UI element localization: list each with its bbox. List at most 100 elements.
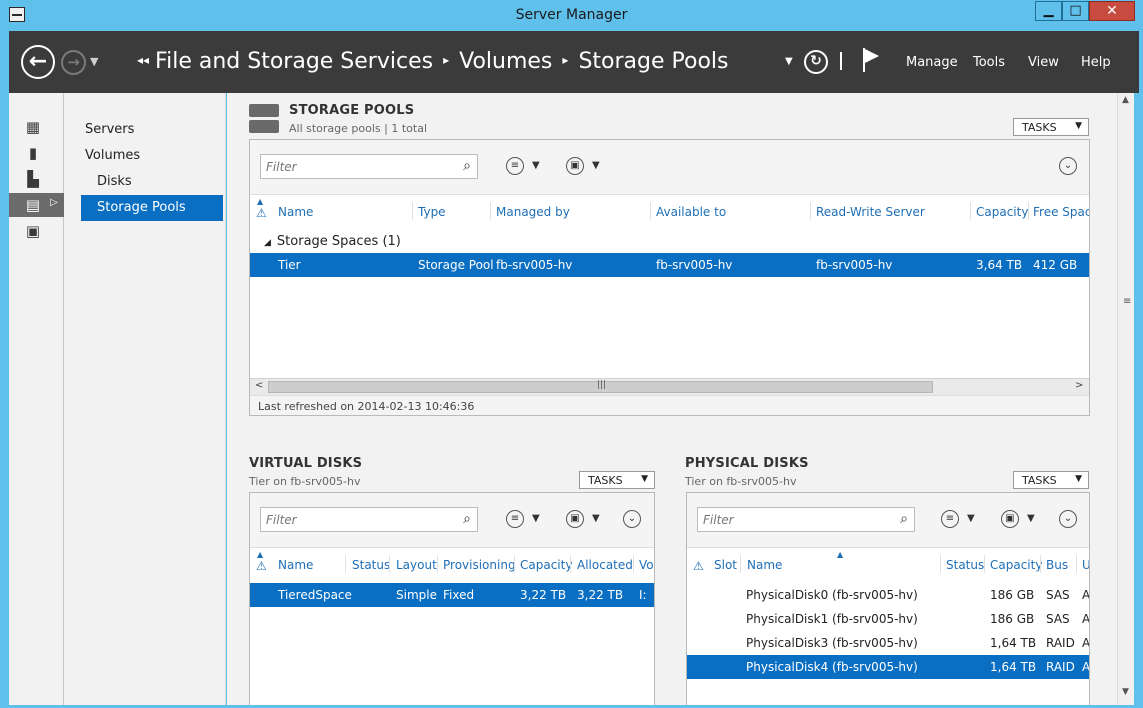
column-header-provisioning[interactable]: Provisioning [443, 558, 516, 572]
chevron-down-icon[interactable]: ▼ [1027, 513, 1035, 524]
warning-icon[interactable]: ⚠ [256, 206, 267, 220]
column-header-layout[interactable]: Layout [396, 558, 437, 572]
column-header-capacity[interactable]: Capacity [990, 558, 1042, 572]
back-arrow-icon[interactable]: ← [21, 45, 55, 79]
storage-pools-tasks-button[interactable]: TASKS ▼ [1013, 118, 1089, 136]
table-row[interactable]: PhysicalDisk4 (fb-srv005-hv) 1,64 TB RAI… [687, 655, 1089, 679]
content-area: STORAGE POOLS All storage pools | 1 tota… [227, 93, 1117, 705]
history-dropdown-icon[interactable]: ▼ [90, 55, 98, 68]
column-header-name[interactable]: Name [278, 205, 313, 219]
rail-iis[interactable]: ▣ [9, 219, 64, 243]
column-header-capacity[interactable]: Capacity [520, 558, 572, 572]
menu-tools[interactable]: Tools [973, 55, 1005, 70]
breadcrumb-item-storage-pools[interactable]: Storage Pools [578, 49, 728, 74]
column-header-bus[interactable]: Bus [1046, 558, 1068, 572]
list-view-icon[interactable]: ≡ [506, 510, 524, 528]
breadcrumb-back-icon[interactable]: ◂◂ [137, 53, 149, 67]
expand-chevron-icon[interactable]: ⌄ [1059, 510, 1077, 528]
expand-chevron-icon[interactable]: ⌄ [1059, 157, 1077, 175]
breadcrumb-item-file-and-storage[interactable]: File and Storage Services [155, 49, 433, 74]
save-icon[interactable]: ▣ [566, 510, 584, 528]
chevron-down-icon[interactable]: ▼ [532, 513, 540, 524]
horizontal-scrollbar[interactable]: < ||| > [250, 378, 1089, 395]
notification-flag-icon[interactable] [863, 48, 881, 72]
minimize-button[interactable]: ▁ [1035, 1, 1062, 21]
save-icon[interactable]: ▣ [566, 157, 584, 175]
chevron-down-icon[interactable]: ▼ [592, 513, 600, 524]
forward-arrow-icon[interactable]: → [61, 50, 86, 75]
virtual-disks-title: VIRTUAL DISKS [249, 456, 363, 471]
group-storage-spaces[interactable]: ◢ Storage Spaces (1) [264, 234, 401, 249]
rail-local-server[interactable]: ▮ [9, 141, 64, 165]
physical-disks-tasks-button[interactable]: TASKS ▼ [1013, 471, 1089, 489]
scroll-thumb[interactable]: ||| [268, 380, 933, 393]
physical-disks-filter-input[interactable]: Filter ⌕ [697, 507, 915, 532]
rail-all-servers[interactable]: ▙ [9, 167, 64, 191]
menu-view[interactable]: View [1028, 55, 1059, 70]
scroll-up-icon[interactable]: ▲ [1122, 95, 1129, 105]
column-header-name[interactable]: Name [278, 558, 313, 572]
storage-pools-filter-input[interactable]: Filter ⌕ [260, 154, 478, 179]
table-row[interactable]: Tier Storage Pool fb-srv005-hv fb-srv005… [250, 253, 1089, 277]
column-header-free-space[interactable]: Free Space [1033, 205, 1089, 219]
breadcrumb-dropdown-icon[interactable]: ▼ [785, 56, 793, 67]
scroll-right-icon[interactable]: > [1075, 380, 1083, 391]
column-header-volume[interactable]: Vo [639, 558, 654, 572]
refresh-icon[interactable]: ↻ [804, 50, 828, 74]
virtual-disks-subtitle: Tier on fb-srv005-hv [249, 475, 361, 488]
scroll-thumb[interactable]: ≡ [1123, 296, 1131, 307]
menu-manage[interactable]: Manage [906, 55, 958, 70]
collapse-triangle-icon[interactable]: ◢ [264, 238, 271, 248]
list-view-icon[interactable]: ≡ [941, 510, 959, 528]
vertical-scrollbar[interactable]: ▲ ≡ ▼ [1117, 93, 1134, 705]
column-header-allocated[interactable]: Allocated [577, 558, 633, 572]
breadcrumb-item-volumes[interactable]: Volumes [459, 49, 552, 74]
column-header-type[interactable]: Type [418, 205, 446, 219]
virtual-disks-tasks-button[interactable]: TASKS ▼ [579, 471, 655, 489]
chevron-down-icon[interactable]: ▼ [967, 513, 975, 524]
table-row[interactable]: TieredSpace Simple Fixed 3,22 TB 3,22 TB… [250, 583, 654, 607]
warning-icon[interactable]: ⚠ [256, 559, 267, 573]
rail-file-storage[interactable]: ▤ ▷ [9, 193, 64, 217]
title-bar: Server Manager ▁ □ ✕ [0, 0, 1143, 31]
column-header-usage[interactable]: U [1082, 558, 1089, 572]
table-row[interactable]: PhysicalDisk0 (fb-srv005-hv) 186 GB SAS … [687, 583, 1089, 607]
nav-pane: Servers Volumes Disks Storage Pools [64, 93, 226, 705]
column-header-status[interactable]: Status [946, 558, 984, 572]
expand-chevron-icon[interactable]: ⌄ [623, 510, 641, 528]
warning-icon[interactable]: ⚠ [693, 559, 704, 573]
maximize-button[interactable]: □ [1062, 1, 1089, 21]
chevron-down-icon[interactable]: ▼ [592, 160, 600, 171]
scroll-left-icon[interactable]: < [255, 380, 263, 391]
virtual-disks-filter-input[interactable]: Filter ⌕ [260, 507, 478, 532]
column-header-name[interactable]: Name [747, 558, 782, 572]
column-header-available-to[interactable]: Available to [656, 205, 726, 219]
search-icon[interactable]: ⌕ [900, 511, 908, 527]
nav-item-servers[interactable]: Servers [85, 117, 134, 143]
column-header-capacity[interactable]: Capacity [976, 205, 1028, 219]
nav-item-storage-pools[interactable]: Storage Pools [81, 195, 223, 221]
table-row[interactable]: PhysicalDisk3 (fb-srv005-hv) 1,64 TB RAI… [687, 631, 1089, 655]
scroll-down-icon[interactable]: ▼ [1122, 687, 1129, 697]
physical-disks-toolbar: Filter ⌕ ≡ ▼ ▣ ▼ ⌄ [687, 493, 1089, 548]
table-row[interactable]: PhysicalDisk1 (fb-srv005-hv) 186 GB SAS … [687, 607, 1089, 631]
nav-item-disks[interactable]: Disks [97, 169, 132, 195]
search-icon[interactable]: ⌕ [463, 158, 471, 174]
column-header-slot[interactable]: Slot [714, 558, 737, 572]
list-view-icon[interactable]: ≡ [506, 157, 524, 175]
column-header-status[interactable]: Status [352, 558, 390, 572]
nav-item-volumes[interactable]: Volumes [85, 143, 140, 169]
storage-pools-title: STORAGE POOLS [289, 103, 415, 118]
column-header-rw-server[interactable]: Read-Write Server [816, 205, 925, 219]
rail-dashboard[interactable]: ▦ [9, 115, 64, 139]
save-icon[interactable]: ▣ [1001, 510, 1019, 528]
menu-help[interactable]: Help [1081, 55, 1111, 70]
minimize-icon: ▁ [1043, 3, 1054, 18]
search-icon[interactable]: ⌕ [463, 511, 471, 527]
sort-ascending-icon: ▲ [257, 197, 264, 206]
physical-disks-panel: Filter ⌕ ≡ ▼ ▣ ▼ ⌄ ⚠ Slot ▲ Name Status C… [686, 492, 1090, 705]
close-button[interactable]: ✕ [1089, 1, 1135, 21]
chevron-down-icon[interactable]: ▼ [532, 160, 540, 171]
column-header-managed-by[interactable]: Managed by [496, 205, 570, 219]
virtual-disks-panel: Filter ⌕ ≡ ▼ ▣ ▼ ⌄ ▲ ⚠ Name Status Layout… [249, 492, 655, 705]
